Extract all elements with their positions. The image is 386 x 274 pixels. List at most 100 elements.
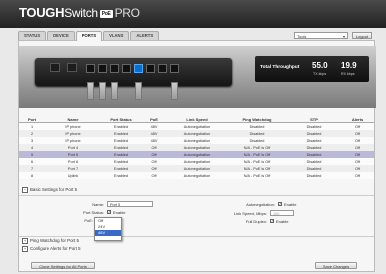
cell-name: IP phone [45, 137, 101, 144]
cell-speed: Autonegotiation [167, 158, 227, 165]
link-speed-label: Link Speed, Mbps: [233, 211, 267, 216]
logout-button[interactable]: Logout [352, 32, 372, 39]
cell-ping: Disabled [227, 122, 287, 130]
cell-ping: N/A - PoE is Off [227, 165, 287, 172]
cell-poe: Off [141, 158, 167, 165]
switch-port-8[interactable] [170, 64, 179, 73]
full-duplex-checkbox[interactable]: ✓ [270, 219, 274, 223]
cell-poe: Off [141, 165, 167, 172]
cell-status: Enabled [101, 172, 141, 179]
ethernet-cable-icon [111, 82, 118, 100]
switch-port-3[interactable] [110, 64, 119, 73]
cell-poe: 48V [141, 137, 167, 144]
cell-port: 4 [19, 144, 45, 151]
poe-option-48v[interactable]: 48V [95, 230, 121, 236]
tab-status[interactable]: STATUS [18, 31, 47, 40]
nav-tabs: STATUS DEVICE PORTS VLANS ALERTS [18, 31, 160, 41]
port-status-checkbox[interactable]: ✓ [107, 210, 111, 214]
switch-port-7[interactable] [158, 64, 167, 73]
cell-status: Enabled [101, 137, 141, 144]
cell-stp: Disabled [287, 165, 341, 172]
full-duplex-label: Full Duplex: [245, 219, 267, 224]
table-row[interactable]: 6 Port 6 Enabled Off Autonegotiation N/A - Po… [19, 158, 374, 165]
autoneg-value: Enable [284, 202, 297, 207]
clone-settings-button[interactable]: Clone Settings for All Ports [31, 262, 95, 269]
switch-port-4[interactable] [122, 64, 131, 73]
tools-select[interactable]: Tools ▾ [294, 32, 348, 39]
cell-alerts: Off [341, 144, 374, 151]
cell-status: Enabled [101, 165, 141, 172]
cell-speed: Autonegotiation [167, 122, 227, 130]
collapse-icon: − [22, 186, 28, 193]
cell-port: 2 [19, 130, 45, 137]
table-row[interactable]: 4 Port 4 Enabled Off Autonegotiation N/A - Po… [19, 144, 374, 151]
tab-vlans[interactable]: VLANS [103, 31, 130, 40]
switch-port-1[interactable] [86, 64, 95, 73]
cell-alerts: Off [341, 137, 374, 144]
table-row-selected[interactable]: 5 Port 5 Enabled Off Autonegotiation N/A - Po… [19, 151, 374, 158]
switch-port-6[interactable] [146, 64, 155, 73]
port-status-label: Port Status: [83, 210, 104, 215]
rx-unit: RX kbps [341, 72, 355, 76]
link-speed-select[interactable]: 100 [270, 210, 294, 216]
cell-poe: Off [141, 172, 167, 179]
cell-speed: Autonegotiation [167, 172, 227, 179]
product-logo: TOUGHSwitch PoE PRO [19, 5, 140, 20]
cell-speed: Autonegotiation [167, 151, 227, 158]
cell-stp: Disabled [287, 158, 341, 165]
cell-alerts: Off [341, 165, 374, 172]
expand-icon: + [22, 237, 28, 244]
port-name-input[interactable]: Port 5 [107, 201, 153, 207]
full-duplex-value: Enable [276, 219, 289, 224]
cell-status: Enabled [101, 130, 141, 137]
cell-alerts: Off [341, 130, 374, 137]
cell-port: 6 [19, 158, 45, 165]
table-row[interactable]: 2 IP phone Enabled 48V Autonegotiation Disabl… [19, 130, 374, 137]
tab-device[interactable]: DEVICE [47, 31, 75, 40]
cell-name: IP phone [45, 122, 101, 130]
autoneg-checkbox[interactable]: ✓ [278, 202, 282, 206]
ethernet-cable-icon [171, 82, 178, 100]
cell-alerts: Off [341, 172, 374, 179]
cell-port: 3 [19, 137, 45, 144]
poe-label: PoE: [84, 218, 93, 223]
cell-poe: Off [141, 151, 167, 158]
tools-select-value: Tools [297, 34, 307, 39]
cell-poe: 48V [141, 130, 167, 137]
alerts-config-header[interactable]: + Configure Alerts for Port 5 [22, 245, 372, 252]
tab-alerts[interactable]: ALERTS [130, 31, 160, 40]
switch-port-5[interactable] [134, 64, 143, 73]
ping-watchdog-title: Ping Watchdog for Port 5 [30, 238, 79, 243]
rx-value: 19.9 [341, 61, 357, 70]
mgmt-port [67, 63, 77, 72]
cell-speed: Autonegotiation [167, 130, 227, 137]
cell-speed: Autonegotiation [167, 144, 227, 151]
table-row[interactable]: 8 Uplink Enabled Off Autonegotiation N/A - Po… [19, 172, 374, 179]
ethernet-cable-icon [87, 82, 94, 100]
cell-alerts: Off [341, 122, 374, 130]
ethernet-cable-icon [135, 82, 142, 100]
cell-status: Enabled [101, 144, 141, 151]
cell-stp: Disabled [287, 130, 341, 137]
tab-ports[interactable]: PORTS [75, 31, 103, 41]
port-status-value: Enable [113, 210, 126, 215]
cell-port: 1 [19, 122, 45, 130]
basic-settings-header[interactable]: − Basic Settings for Port 5 [22, 186, 372, 193]
table-row[interactable]: 1 IP phone Enabled 48V Autonegotiation Disabl… [19, 122, 374, 130]
cell-status: Enabled [101, 158, 141, 165]
app-window: TOUGHSwitch PoE PRO STATUS DEVICE PORTS VL… [0, 0, 386, 274]
switch-port-2[interactable] [98, 64, 107, 73]
cell-status: Enabled [101, 151, 141, 158]
cell-ping: N/A - PoE is Off [227, 172, 287, 179]
cell-ping: Disabled [227, 130, 287, 137]
cell-stp: Disabled [287, 172, 341, 179]
ping-watchdog-header[interactable]: + Ping Watchdog for Port 5 [22, 237, 372, 244]
save-changes-button[interactable]: Save Changes [315, 262, 357, 269]
cell-port: 7 [19, 165, 45, 172]
table-row[interactable]: 3 IP phone Enabled 48V Autonegotiation Disabl… [19, 137, 374, 144]
tx-value: 55.0 [312, 61, 328, 70]
tx-unit: TX kbps [313, 72, 327, 76]
table-row[interactable]: 7 Port 7 Enabled Off Autonegotiation N/A - Po… [19, 165, 374, 172]
console-port [50, 63, 60, 72]
expand-icon: + [22, 245, 28, 252]
